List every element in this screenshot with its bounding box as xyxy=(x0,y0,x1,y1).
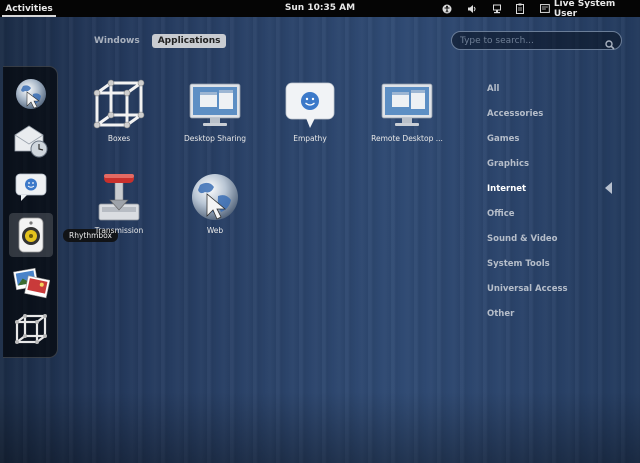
user-menu[interactable]: Live System User xyxy=(540,0,640,19)
boxes-icon xyxy=(93,79,145,129)
web-globe-icon xyxy=(192,174,238,220)
user-name: Live System User xyxy=(553,0,616,19)
top-panel: Activities Sun 10:35 AM Live System User xyxy=(0,0,640,19)
category-internet[interactable]: Internet xyxy=(487,182,568,207)
active-category-arrow-icon xyxy=(605,182,612,194)
app-tile-empathy[interactable]: Empathy xyxy=(260,76,360,143)
app-label: Remote Desktop ... xyxy=(371,134,443,143)
dash-rhythmbox[interactable] xyxy=(9,213,53,257)
view-selector: Windows Applications xyxy=(88,34,227,48)
category-all[interactable]: All xyxy=(487,82,568,107)
accessibility-icon[interactable] xyxy=(441,0,453,17)
category-universal-access[interactable]: Universal Access xyxy=(487,282,568,307)
boxes-icon xyxy=(15,314,47,344)
dash-web-browser[interactable] xyxy=(9,72,53,116)
app-tile-remote-desktop[interactable]: Remote Desktop ... xyxy=(357,76,457,143)
category-sound-video[interactable]: Sound & Video xyxy=(487,232,568,257)
desktop-sharing-icon xyxy=(189,83,241,126)
remote-desktop-icon xyxy=(381,83,433,126)
app-tile-web[interactable]: Web xyxy=(165,168,265,235)
web-browser-icon xyxy=(16,79,46,109)
app-label: Empathy xyxy=(293,134,327,143)
transmission-icon xyxy=(98,174,140,221)
photos-icon xyxy=(13,267,50,299)
dash-boxes[interactable] xyxy=(9,308,53,352)
empathy-chat-icon xyxy=(15,173,47,201)
category-games[interactable]: Games xyxy=(487,132,568,157)
category-office[interactable]: Office xyxy=(487,207,568,232)
activities-button[interactable]: Activities xyxy=(0,0,58,17)
app-label: Transmission xyxy=(94,226,144,235)
category-other[interactable]: Other xyxy=(487,307,568,332)
app-tile-boxes[interactable]: Boxes xyxy=(69,76,169,143)
user-status-icon xyxy=(540,4,550,13)
category-list: All Accessories Games Graphics Internet … xyxy=(487,82,568,332)
category-accessories[interactable]: Accessories xyxy=(487,107,568,132)
app-label: Web xyxy=(206,226,224,235)
volume-icon[interactable] xyxy=(466,0,478,17)
mail-clock-icon xyxy=(14,125,48,158)
search-icon xyxy=(605,35,615,54)
search-box[interactable] xyxy=(451,31,622,50)
activities-label: Activities xyxy=(5,3,53,14)
windows-tab[interactable]: Windows xyxy=(88,34,146,48)
app-label: Boxes xyxy=(107,134,131,143)
app-label: Desktop Sharing xyxy=(183,134,247,143)
category-graphics[interactable]: Graphics xyxy=(487,157,568,182)
clock[interactable]: Sun 10:35 AM xyxy=(285,3,355,13)
rhythmbox-speaker-icon xyxy=(18,217,44,253)
network-icon[interactable] xyxy=(491,0,503,17)
app-tile-transmission[interactable]: Transmission xyxy=(69,168,169,235)
clipboard-icon[interactable] xyxy=(514,0,526,17)
applications-tab[interactable]: Applications xyxy=(151,34,227,48)
app-tile-desktop-sharing[interactable]: Desktop Sharing xyxy=(165,76,265,143)
dash-empathy[interactable] xyxy=(9,164,53,208)
dash-mail-clock[interactable] xyxy=(9,118,53,162)
category-system-tools[interactable]: System Tools xyxy=(487,257,568,282)
dash-photos[interactable] xyxy=(9,262,53,306)
empathy-chat-icon xyxy=(285,82,335,128)
search-input[interactable] xyxy=(460,34,600,47)
dash xyxy=(3,66,58,358)
